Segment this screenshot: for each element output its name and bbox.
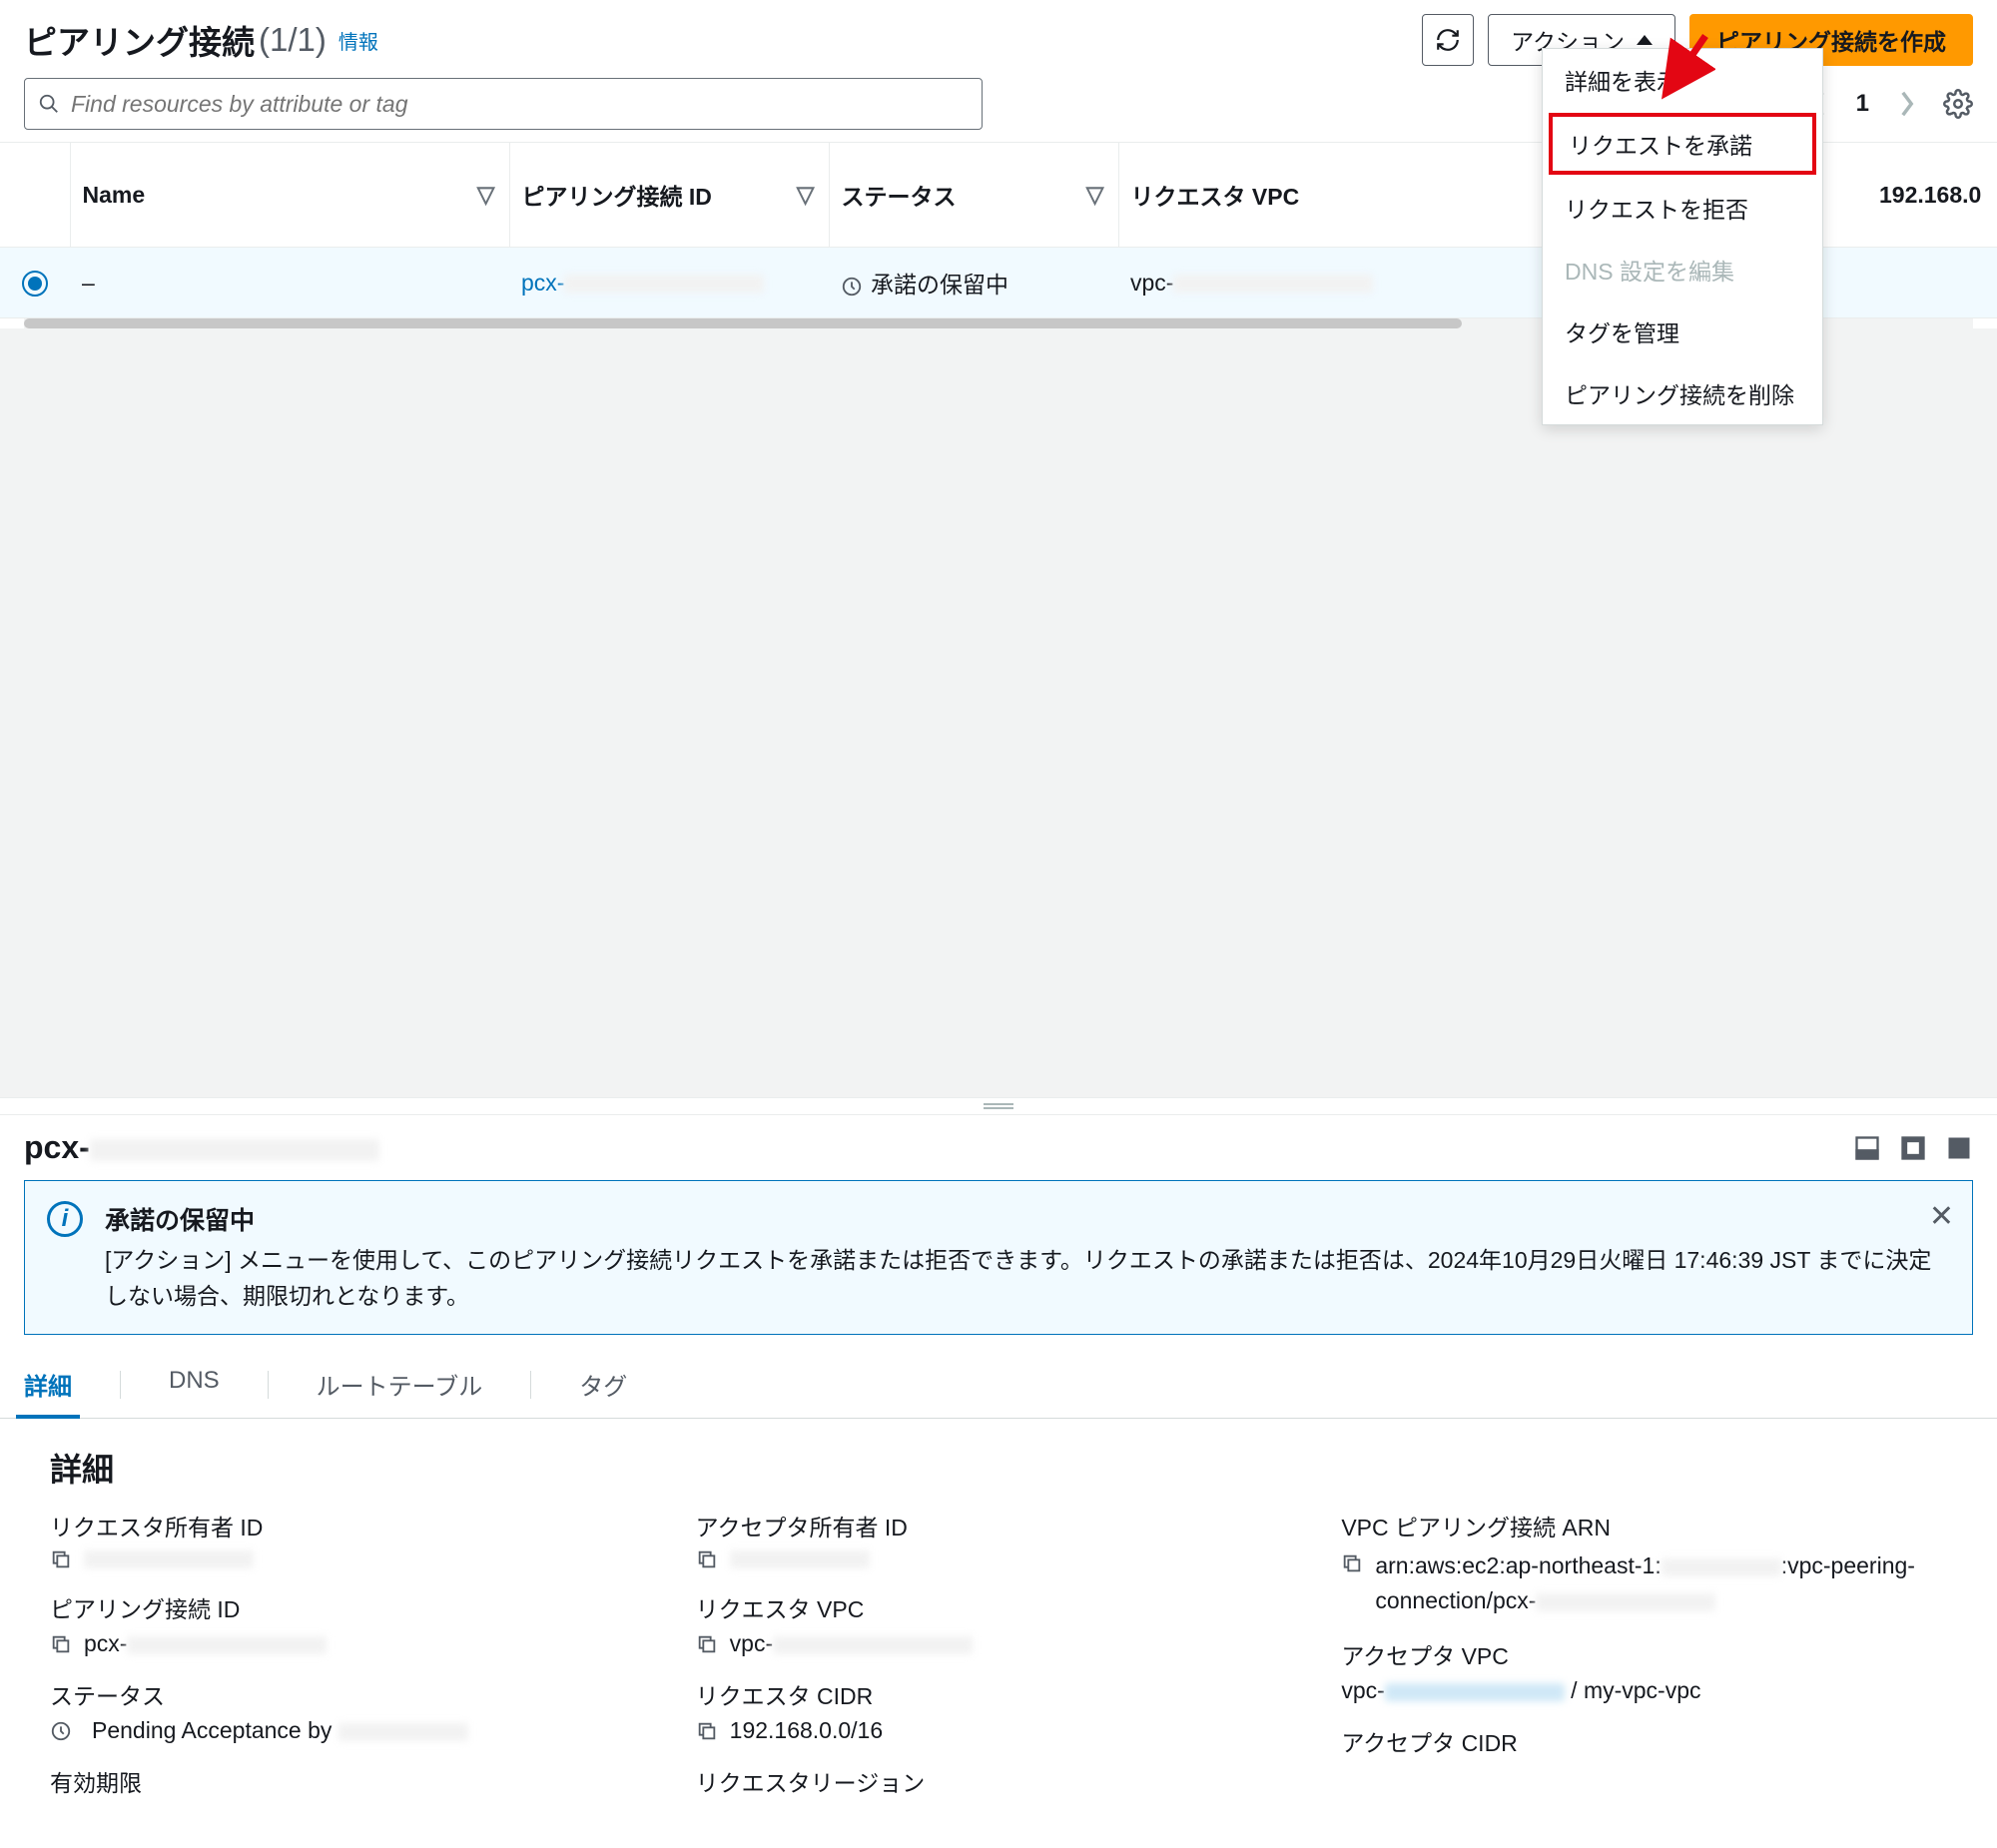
label-requester-cidr: リクエスタ CIDR [696,1677,1302,1711]
row-radio[interactable] [22,271,48,297]
panel-splitter[interactable] [0,1097,1997,1115]
cell-status: 承諾の保留中 [829,248,1118,318]
search-icon [38,93,60,115]
dropdown-reject-request[interactable]: リクエストを拒否 [1543,177,1822,239]
copy-icon[interactable] [696,1548,718,1570]
col-peering-id[interactable]: ピアリング接続 ID▽ [509,143,829,248]
col-name[interactable]: Name▽ [70,143,509,248]
page-title: ピアリング接続 [24,16,255,64]
info-icon: i [47,1201,83,1237]
copy-icon[interactable] [50,1548,72,1570]
col-select [0,143,70,248]
layout-split-icon[interactable] [1899,1134,1927,1162]
label-requester-vpc: リクエスタ VPC [696,1590,1302,1624]
copy-icon[interactable] [1341,1552,1363,1574]
dropdown-view-details[interactable]: 詳細を表示 [1543,49,1822,111]
sort-icon: ▽ [797,182,815,209]
label-arn: VPC ピアリング接続 ARN [1341,1509,1947,1542]
value-requester-cidr: 192.168.0.0/16 [730,1717,883,1744]
value-peering-id: pcx- [84,1630,327,1657]
cell-peering-id[interactable]: pcx- [509,248,829,318]
value-arn: arn:aws:ec2:ap-northeast-1::vpc-peering-… [1375,1548,1947,1617]
label-accepter-cidr: アクセプタ CIDR [1341,1724,1947,1758]
value-accepter-owner [730,1550,870,1568]
tab-tags[interactable]: タグ [579,1351,627,1418]
label-status: ステータス [50,1677,656,1711]
copy-icon[interactable] [50,1633,72,1655]
dropdown-manage-tags[interactable]: タグを管理 [1543,301,1822,362]
copy-icon[interactable] [696,1633,718,1655]
tab-details[interactable]: 詳細 [24,1351,72,1418]
label-requester-region: リクエスタリージョン [696,1764,1302,1798]
section-title: 詳細 [0,1419,1997,1509]
copy-icon[interactable] [696,1720,718,1742]
search-input[interactable] [24,78,983,130]
pending-alert: i 承諾の保留中 [アクション] メニューを使用して、このピアリング接続リクエス… [24,1180,1973,1335]
col-cidr-trailing[interactable]: 192.168.0 [1867,143,1997,248]
clock-icon [841,276,863,298]
detail-tabs: 詳細 DNS ルートテーブル タグ [0,1351,1997,1419]
alert-close-button[interactable]: ✕ [1929,1199,1954,1234]
tab-dns[interactable]: DNS [169,1351,220,1418]
caret-up-icon [1637,35,1653,45]
value-requester-vpc: vpc- [730,1630,973,1657]
refresh-button[interactable] [1422,14,1474,66]
detail-title: pcx- [24,1129,379,1166]
clock-icon [50,1720,72,1742]
dropdown-accept-request[interactable]: リクエストを承諾 [1549,113,1816,175]
dropdown-delete-peering[interactable]: ピアリング接続を削除 [1543,362,1822,424]
alert-title: 承諾の保留中 [105,1201,1950,1237]
tab-route-tables[interactable]: ルートテーブル [317,1351,483,1418]
value-requester-owner [84,1550,254,1568]
pager-page: 1 [1846,90,1879,118]
grip-icon [984,1103,1013,1109]
empty-area [0,328,1997,1097]
sort-icon: ▽ [1086,182,1104,209]
label-accepter-vpc: アクセプタ VPC [1341,1637,1947,1671]
sort-icon: ▽ [477,182,495,209]
gear-icon[interactable] [1943,89,1973,119]
pager-next[interactable] [1893,90,1921,118]
value-accepter-vpc[interactable]: vpc- / my-vpc-vpc [1341,1677,1700,1704]
layout-full-icon[interactable] [1945,1134,1973,1162]
label-requester-owner: リクエスタ所有者 ID [50,1509,656,1542]
refresh-icon [1435,27,1461,53]
page-count: (1/1) [259,21,327,59]
label-accepter-owner: アクセプタ所有者 ID [696,1509,1302,1542]
layout-bottom-icon[interactable] [1853,1134,1881,1162]
col-status[interactable]: ステータス▽ [829,143,1118,248]
value-status: Pending Acceptance by [92,1717,468,1744]
cell-name: – [70,248,509,318]
info-link[interactable]: 情報 [338,26,378,55]
label-peering-id: ピアリング接続 ID [50,1590,656,1624]
alert-body: [アクション] メニューを使用して、このピアリング接続リクエストを承諾または拒否… [105,1243,1950,1314]
actions-dropdown: 詳細を表示 リクエストを承諾 リクエストを拒否 DNS 設定を編集 タグを管理 … [1542,48,1823,425]
label-expiry: 有効期限 [50,1764,656,1798]
dropdown-edit-dns: DNS 設定を編集 [1543,239,1822,301]
